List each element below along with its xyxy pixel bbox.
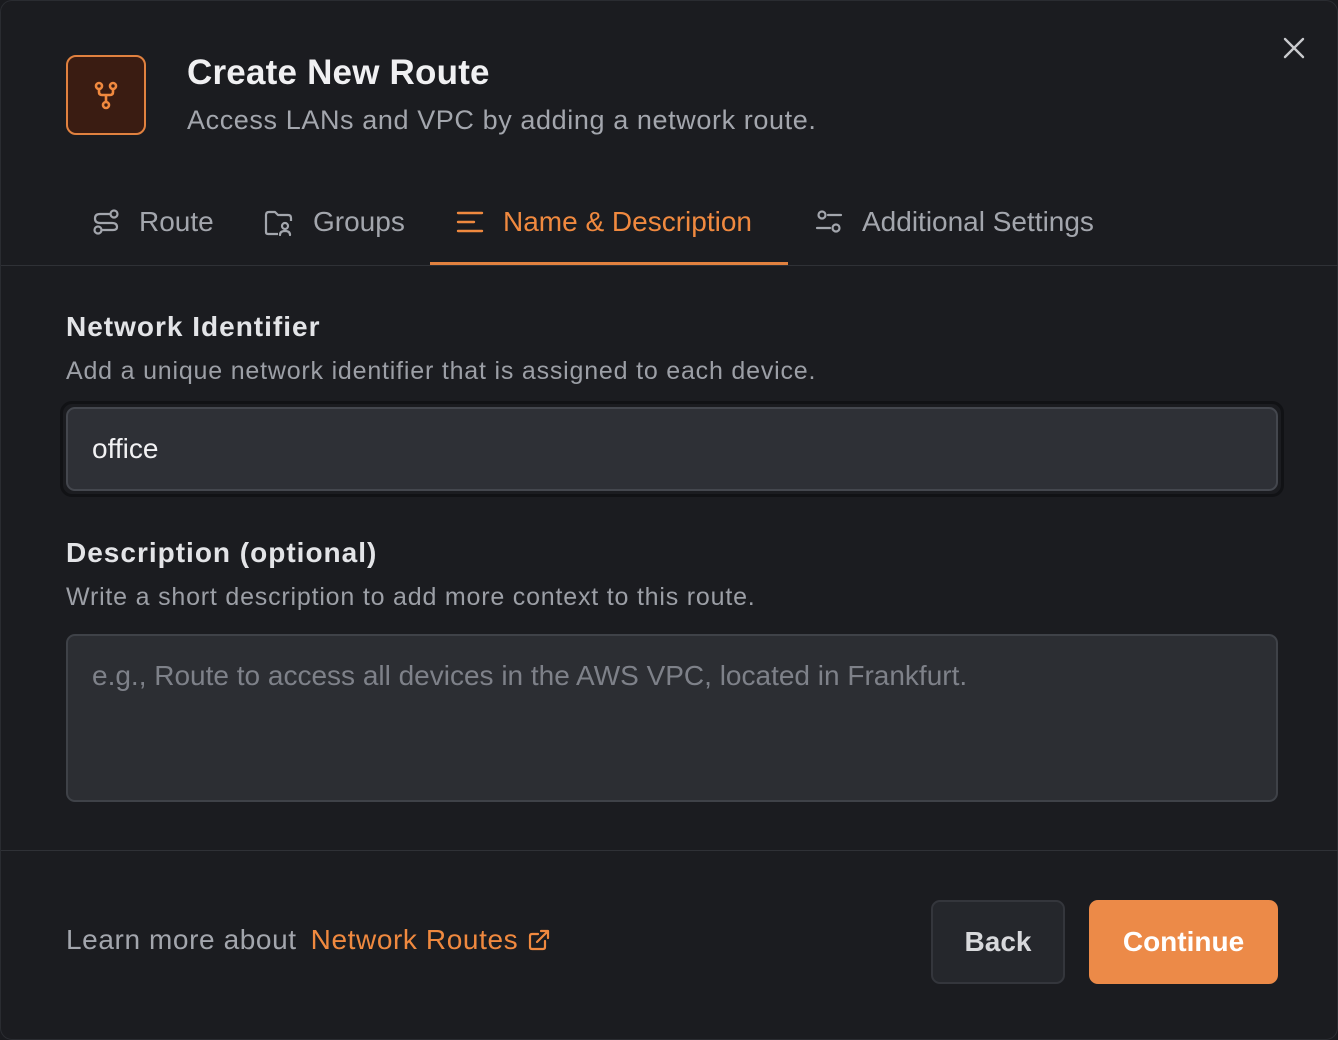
continue-button[interactable]: Continue [1089, 900, 1278, 984]
groups-icon [264, 210, 293, 237]
network-identifier-label: Network Identifier [66, 311, 321, 342]
footer-divider [1, 850, 1338, 851]
learn-more: Learn more about Network Routes [66, 924, 550, 956]
tab-additional-settings[interactable]: Additional Settings [814, 179, 1094, 265]
create-route-dialog: Create New Route Access LANs and VPC by … [0, 0, 1338, 1040]
external-link-icon [529, 929, 550, 951]
close-icon [1283, 37, 1305, 59]
network-identifier-help: Add a unique network identifier that is … [66, 357, 817, 385]
settings-sliders-icon [815, 210, 843, 233]
back-button[interactable]: Back [931, 900, 1065, 984]
tab-bar: Route Groups Name & Description Addition… [1, 179, 1338, 266]
network-routes-link[interactable]: Network Routes [311, 924, 551, 956]
network-identifier-input[interactable] [66, 407, 1278, 491]
description-textarea[interactable] [66, 634, 1278, 802]
tab-additional-settings-label: Additional Settings [862, 206, 1094, 237]
tab-groups-label: Groups [313, 206, 405, 237]
description-help: Write a short description to add more co… [66, 583, 756, 611]
tab-name-description-label: Name & Description [503, 206, 752, 237]
tab-name-description[interactable]: Name & Description [455, 179, 752, 265]
description-label: Description (optional) [66, 537, 378, 568]
tab-route-label: Route [139, 206, 214, 237]
dialog-title: Create New Route [187, 53, 490, 92]
text-align-icon [456, 211, 484, 233]
dialog-subtitle: Access LANs and VPC by adding a network … [187, 105, 817, 135]
tab-groups[interactable]: Groups [263, 179, 405, 265]
route-fork-icon [94, 81, 118, 110]
tab-route[interactable]: Route [91, 179, 214, 265]
active-tab-indicator [430, 262, 788, 265]
network-routes-link-label: Network Routes [310, 924, 519, 955]
route-icon [93, 209, 119, 235]
close-button[interactable] [1277, 31, 1311, 65]
learn-more-prefix: Learn more about [66, 924, 297, 955]
route-fork-icon-box [66, 55, 146, 135]
